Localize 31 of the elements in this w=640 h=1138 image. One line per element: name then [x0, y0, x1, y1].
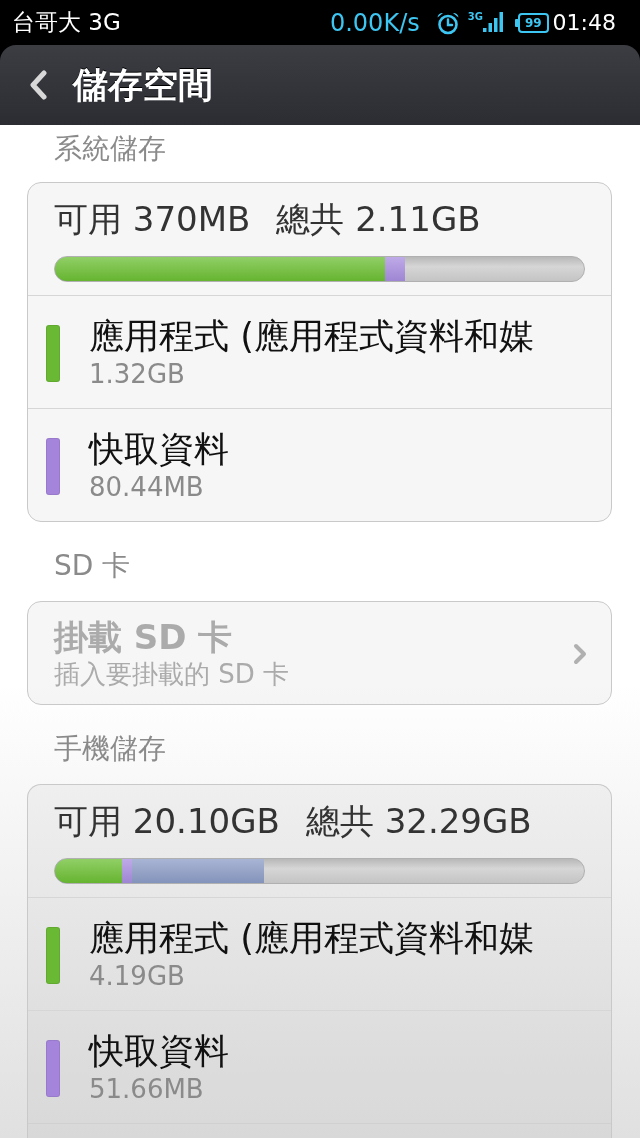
section-label: 系統儲存 — [53, 131, 167, 167]
item-title: 掛載 SD 卡 — [54, 617, 234, 657]
battery-indicator: 99 — [514, 12, 549, 33]
available-space-text: 可用 370MB — [54, 200, 251, 238]
network-type-text: 3G — [467, 11, 483, 22]
storage-category-item[interactable]: 應用程式 (應用程式資料和媒 4.19GB — [28, 897, 611, 1010]
total-space-text: 總共 32.29GB — [305, 802, 532, 840]
section-label: 手機儲存 — [53, 731, 167, 767]
category-title: 應用程式 (應用程式資料和媒 — [89, 315, 534, 357]
storage-category-item[interactable]: 應用程式 (應用程式資料和媒 1.32GB — [28, 295, 611, 408]
category-size-text: 80.44MB — [89, 471, 205, 504]
carrier-text: 台哥大 3G — [12, 11, 121, 34]
category-title: 快取資料 — [89, 428, 229, 470]
category-size-text: 51.66MB — [89, 1073, 205, 1106]
storage-category-item[interactable]: 快取資料 80.44MB — [28, 408, 611, 521]
chevron-left-icon — [29, 70, 47, 100]
network-speed-text: 0.00K/s — [329, 10, 420, 35]
available-space-text: 可用 20.10GB — [54, 802, 280, 840]
category-title: 應用程式 (應用程式資料和媒 — [89, 917, 534, 959]
storage-category-item[interactable]: 快取資料 51.66MB — [28, 1010, 611, 1123]
signal-bars-icon — [482, 10, 503, 33]
section-label: SD 卡 — [53, 548, 132, 584]
clock-text: 01:48 — [552, 11, 616, 34]
category-size-text: 4.19GB — [89, 960, 186, 993]
category-title: 快取資料 — [89, 1030, 229, 1072]
chevron-right-icon — [573, 643, 587, 665]
item-subtitle: 插入要掛載的 SD 卡 — [54, 658, 290, 691]
page-title: 儲存空間 — [73, 63, 213, 107]
alarm-clock-icon — [435, 10, 460, 35]
category-size-text: 1.32GB — [89, 358, 186, 391]
total-space-text: 總共 2.11GB — [276, 200, 481, 238]
